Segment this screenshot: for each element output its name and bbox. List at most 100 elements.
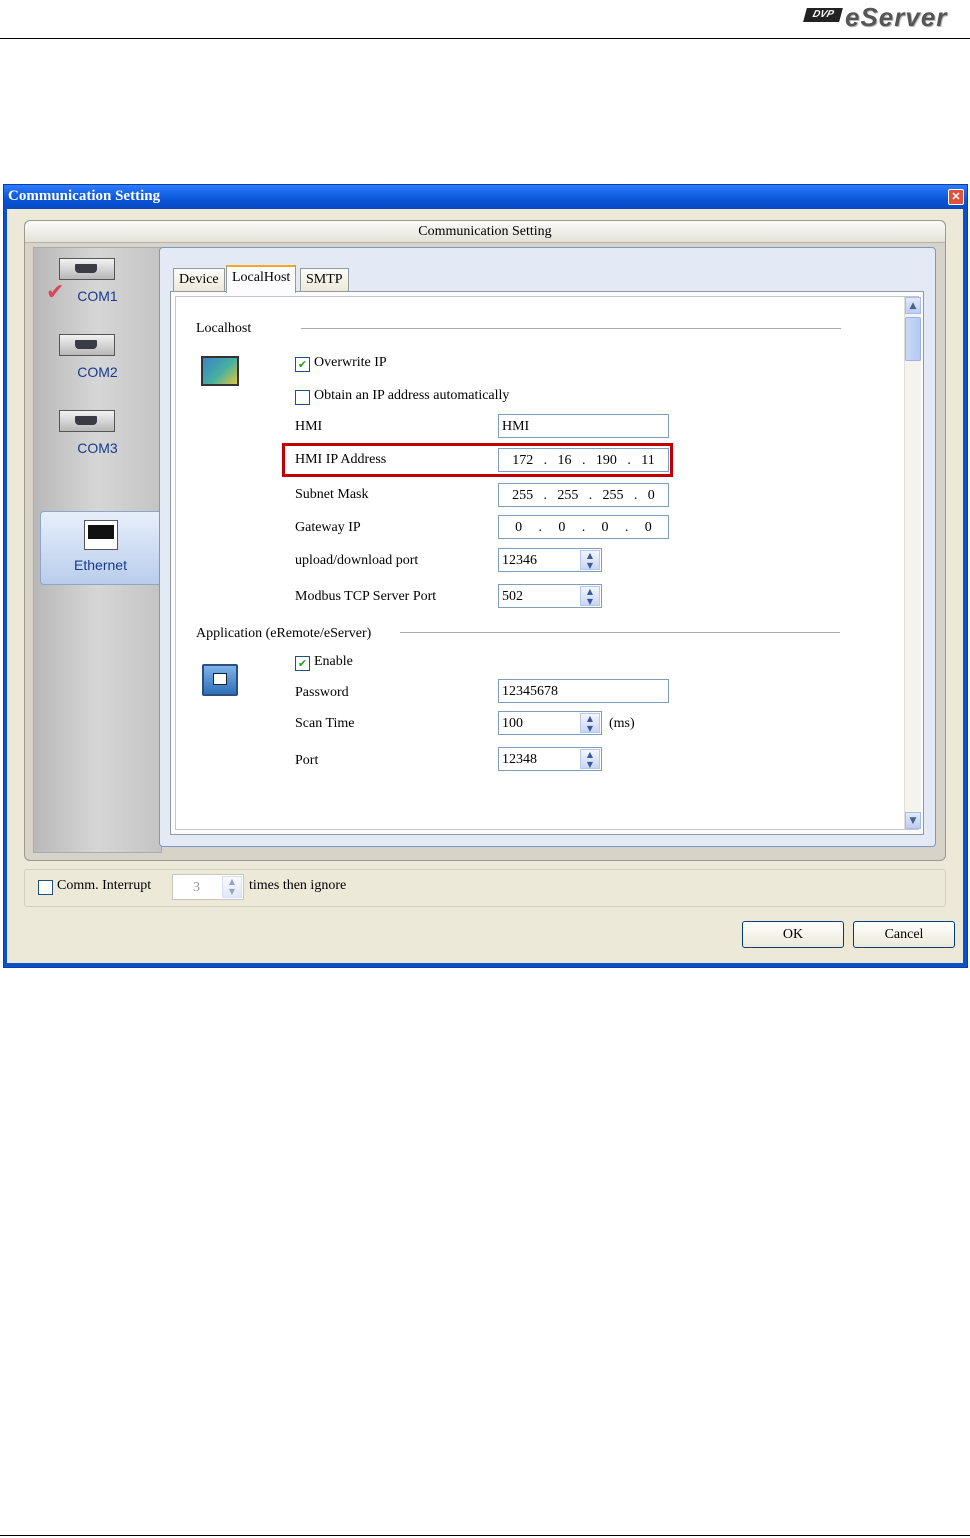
nav-item-label: COM3 [77, 440, 118, 456]
times-then-ignore-label: times then ignore [249, 878, 347, 893]
ip-octet: 172 [512, 453, 534, 468]
hmi-screen-icon [201, 356, 239, 386]
ip-separator: . [543, 453, 548, 468]
ip-octet: 0 [647, 488, 655, 503]
ip-separator: . [588, 488, 593, 503]
serial-port-icon [59, 334, 115, 356]
port-label: Port [295, 753, 319, 768]
ip-separator: . [633, 488, 638, 503]
header-rule [0, 38, 970, 39]
nav-item-com2[interactable]: COM2 [34, 334, 161, 390]
nav-item-com3[interactable]: COM3 [34, 410, 161, 466]
ip-octet: 255 [557, 488, 579, 503]
section-divider [301, 328, 841, 329]
ip-octet: 16 [557, 453, 572, 468]
password-label: Password [295, 685, 349, 700]
obtain-ip-checkbox[interactable] [295, 390, 310, 405]
tab-device[interactable]: Device [173, 268, 225, 291]
ip-octet: 190 [595, 453, 617, 468]
dialog-title: Communication Setting [8, 188, 161, 204]
localhost-settings-area: Localhost ✔ Overwrite IP Obtain an IP ad… [175, 296, 921, 830]
times-value: 3 [193, 880, 200, 895]
ip-octet: 0 [515, 520, 523, 535]
nav-item-ethernet[interactable]: Ethernet [40, 511, 161, 585]
ip-separator: . [627, 453, 631, 468]
comm-interrupt-label: Comm. Interrupt [57, 878, 152, 893]
overwrite-ip-label: Overwrite IP [314, 355, 387, 370]
subnet-mask-input[interactable]: 255 . 255 . 255 . 0 [498, 483, 669, 507]
dialog-titlebar[interactable]: Communication Setting ✕ [4, 185, 967, 209]
ip-octet: 11 [641, 453, 655, 468]
upload-port-stepper[interactable]: 12346 ▲ ▼ [498, 548, 602, 572]
serial-port-icon [59, 258, 115, 280]
ip-separator: . [538, 520, 543, 535]
ip-separator: . [624, 520, 629, 535]
ip-separator: . [581, 453, 586, 468]
ok-button[interactable]: OK [742, 921, 844, 948]
gateway-ip-input[interactable]: 0 . 0 . 0 . 0 [498, 515, 669, 539]
modbus-port-value: 502 [502, 589, 523, 604]
scan-time-stepper[interactable]: 100 ▲ ▼ [498, 711, 602, 735]
scroll-up-icon[interactable]: ▲ [905, 297, 921, 314]
ip-octet: 255 [602, 488, 624, 503]
scan-time-unit: (ms) [609, 716, 635, 731]
tab-smtp[interactable]: SMTP [300, 268, 349, 291]
section-divider [400, 632, 840, 633]
scan-time-label: Scan Time [295, 716, 355, 731]
port-stepper[interactable]: 12348 ▲ ▼ [498, 747, 602, 771]
application-section-title: Application (eRemote/eServer) [196, 626, 372, 641]
spin-arrows-icon[interactable]: ▲ ▼ [580, 749, 600, 769]
upload-port-value: 12346 [502, 553, 537, 568]
close-icon[interactable]: ✕ [948, 189, 964, 205]
nav-item-label: Ethernet [74, 557, 127, 573]
comm-interrupt-group: Comm. Interrupt 3 ▲ ▼ times then ignore [24, 869, 946, 907]
ip-octet: 0 [644, 520, 652, 535]
localhost-tab-body: Localhost ✔ Overwrite IP Obtain an IP ad… [170, 291, 924, 835]
nav-item-label: COM2 [77, 364, 118, 380]
settings-panel: Communication Setting ✔ COM1 COM2 COM3 E… [24, 220, 946, 861]
password-input[interactable]: 12345678 [498, 679, 669, 703]
serial-port-icon [59, 410, 115, 432]
nav-item-label: COM1 [77, 288, 118, 304]
port-navigation: ✔ COM1 COM2 COM3 Ethernet [33, 247, 162, 853]
ip-separator: . [543, 488, 548, 503]
upload-port-label: upload/download port [295, 553, 419, 568]
dvp-logo-badge: DVP [803, 8, 843, 22]
hmi-ip-input[interactable]: 172 . 16 . 190 . 11 [498, 448, 669, 472]
communication-setting-dialog: Communication Setting ✕ Communication Se… [3, 184, 968, 968]
ip-octet: 0 [601, 520, 609, 535]
localhost-section-title: Localhost [196, 321, 252, 336]
tab-localhost[interactable]: LocalHost [226, 265, 297, 293]
enable-label: Enable [314, 654, 353, 669]
hmi-ip-label: HMI IP Address [295, 452, 387, 467]
scroll-down-icon[interactable]: ▼ [905, 812, 921, 829]
spin-arrows-icon[interactable]: ▲ ▼ [222, 876, 242, 898]
remote-app-icon [202, 664, 238, 696]
dialog-client-area: Communication Setting ✔ COM1 COM2 COM3 E… [7, 209, 963, 963]
footer-rule [0, 1535, 970, 1536]
spin-arrows-icon[interactable]: ▲ ▼ [580, 550, 600, 570]
modbus-port-stepper[interactable]: 502 ▲ ▼ [498, 584, 602, 608]
panel-title: Communication Setting [25, 221, 945, 243]
times-stepper[interactable]: 3 ▲ ▼ [172, 874, 244, 900]
ip-separator: . [581, 520, 586, 535]
spin-arrows-icon[interactable]: ▲ ▼ [580, 713, 600, 733]
cancel-button[interactable]: Cancel [853, 921, 955, 948]
scroll-thumb[interactable] [905, 317, 921, 361]
settings-content: Device LocalHost SMTP Localhost ✔ Overwr… [159, 247, 936, 847]
ip-octet: 255 [512, 488, 534, 503]
hmi-name-label: HMI [295, 419, 323, 434]
overwrite-ip-checkbox[interactable]: ✔ [295, 357, 310, 372]
eserver-logo-text: eServer [845, 2, 948, 32]
vertical-scrollbar[interactable]: ▲ ▼ [904, 297, 921, 829]
spin-arrows-icon[interactable]: ▲ ▼ [580, 586, 600, 606]
obtain-ip-label: Obtain an IP address automatically [314, 388, 510, 403]
nav-item-com1[interactable]: COM1 [34, 258, 161, 314]
scan-time-value: 100 [502, 716, 523, 731]
hmi-name-input[interactable]: HMI [498, 414, 669, 438]
enable-checkbox[interactable]: ✔ [295, 656, 310, 671]
modbus-port-label: Modbus TCP Server Port [295, 589, 437, 604]
subnet-mask-label: Subnet Mask [295, 487, 369, 502]
ethernet-port-icon [84, 520, 118, 550]
comm-interrupt-checkbox[interactable] [38, 880, 53, 895]
